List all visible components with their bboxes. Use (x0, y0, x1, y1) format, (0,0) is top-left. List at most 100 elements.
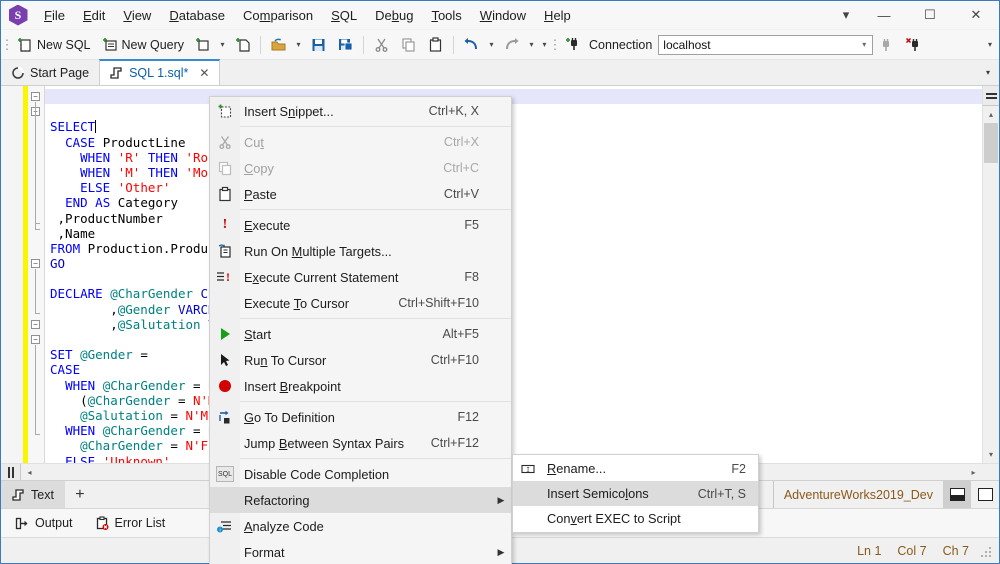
menu-item-insert-breakpoint[interactable]: Insert Breakpoint (210, 373, 511, 399)
menu-item-analyze-code[interactable]: i Analyze Code (210, 513, 511, 539)
new-query-button[interactable]: New Query (96, 33, 190, 57)
redo-button[interactable] (498, 33, 525, 57)
code-line: WHEN 'R' THEN 'Road' (80, 149, 231, 165)
menu-item-run-to-cursor[interactable]: Run To Cursor Ctrl+F10 (210, 347, 511, 373)
toolbar-overflow-button[interactable]: ▾ (981, 40, 999, 49)
add-results-tab-button[interactable]: + (65, 481, 95, 508)
code-line: DECLARE @CharGender CHAR (50, 286, 231, 302)
open-folder-button[interactable] (265, 33, 292, 57)
editor-context-menu[interactable]: Insert Snippet... Ctrl+K, X Cut Ctrl+X Copy C… (209, 96, 512, 564)
resize-grip[interactable] (979, 545, 991, 557)
scroll-up-button[interactable]: ▴ (983, 106, 999, 123)
fold-marker[interactable]: − (31, 92, 40, 101)
menu-item-disable-code-completion[interactable]: SQL Disable Code Completion (210, 461, 511, 487)
chevron-down-icon[interactable]: ▾ (856, 40, 872, 49)
new-window-dropdown-arrow[interactable]: ▾ (216, 34, 229, 56)
redo-dropdown-arrow[interactable]: ▾ (525, 34, 538, 56)
fold-marker[interactable]: − (31, 320, 40, 329)
menu-debug[interactable]: Debug (366, 3, 422, 28)
menu-window[interactable]: Window (471, 3, 535, 28)
connect-button[interactable] (559, 33, 586, 57)
menu-sql[interactable]: SQL (322, 3, 366, 28)
code-line: SET @Gender = (50, 347, 148, 363)
toolbar-grip-2[interactable] (551, 36, 559, 54)
full-view-button[interactable] (971, 481, 999, 508)
results-tab-text[interactable]: Text (1, 481, 65, 508)
menu-item-run-on-multiple-targets[interactable]: Run On Multiple Targets... (210, 238, 511, 264)
window-overflow-button[interactable]: ▾ (831, 1, 861, 29)
new-sql-button[interactable]: New SQL (11, 33, 96, 57)
new-sql-icon (16, 36, 33, 53)
tabstrip-overflow-button[interactable]: ▾ (977, 60, 999, 85)
cut-button[interactable] (368, 33, 395, 57)
cut-icon (373, 36, 390, 53)
split-view-button[interactable] (943, 481, 971, 508)
editor-gutter[interactable] (1, 86, 23, 463)
undo-dropdown-arrow[interactable]: ▾ (485, 34, 498, 56)
connection-value[interactable]: localhost (659, 38, 856, 52)
menu-help[interactable]: Help (535, 3, 580, 28)
menu-item-jump-between-syntax-pairs[interactable]: Jump Between Syntax Pairs Ctrl+F12 (210, 430, 511, 456)
menu-item-start[interactable]: Start Alt+F5 (210, 321, 511, 347)
save-icon (310, 36, 327, 53)
menu-bar: File Edit View Database Comparison SQL Debug To… (35, 1, 831, 29)
scroll-down-button[interactable]: ▾ (983, 446, 999, 463)
submenu-item-label: Rename... (547, 461, 607, 476)
text-result-icon (12, 488, 26, 502)
close-button[interactable]: ✕ (953, 1, 999, 29)
menu-tools[interactable]: Tools (422, 3, 470, 28)
code-text[interactable]: SELECT CASE ProductLine WHEN 'R' THEN 'R… (45, 86, 982, 463)
menu-comparison[interactable]: Comparison (234, 3, 322, 28)
tab-start-page[interactable]: Start Page (1, 60, 100, 85)
toolbar-grip[interactable] (3, 36, 11, 54)
context-menu-separator (240, 401, 511, 402)
new-doc-button[interactable] (229, 33, 256, 57)
menu-edit[interactable]: Edit (74, 3, 114, 28)
close-icon[interactable]: ✕ (193, 66, 209, 80)
scrollbar-thumb[interactable] (984, 123, 998, 163)
copy-button[interactable] (395, 33, 422, 57)
dock-item-output[interactable]: Output (15, 516, 73, 531)
menu-view[interactable]: View (114, 3, 160, 28)
paste-button[interactable] (422, 33, 449, 57)
paste-icon (210, 186, 240, 202)
menu-item-execute-to-cursor[interactable]: Execute To Cursor Ctrl+Shift+F10 (210, 290, 511, 316)
menu-item-insert-snippet[interactable]: Insert Snippet... Ctrl+K, X (210, 98, 511, 124)
open-folder-dropdown-arrow[interactable]: ▾ (292, 34, 305, 56)
disconnect-button[interactable] (873, 33, 900, 57)
menu-file[interactable]: File (35, 3, 74, 28)
split-editor-handle[interactable] (983, 86, 999, 106)
split-editor-handle-horizontal[interactable] (1, 464, 21, 480)
editor-vertical-scrollbar[interactable]: ▴ ▾ (982, 86, 999, 463)
submenu-item-convert-exec-to-script[interactable]: Convert EXEC to Script (513, 506, 758, 531)
menu-item-paste[interactable]: Paste Ctrl+V (210, 181, 511, 207)
save-all-button[interactable] (332, 33, 359, 57)
scrollbar-track[interactable] (983, 163, 999, 446)
fold-marker[interactable]: − (31, 259, 40, 268)
analyze-code-icon: i (210, 518, 240, 534)
new-window-button[interactable] (189, 33, 216, 57)
scroll-right-button[interactable]: ▸ (965, 464, 982, 480)
maximize-button[interactable]: ☐ (907, 1, 953, 29)
menu-item-go-to-definition[interactable]: Go To Definition F12 (210, 404, 511, 430)
dock-item-error-list[interactable]: Error List (95, 515, 165, 531)
undo-button[interactable] (458, 33, 485, 57)
menu-database[interactable]: Database (160, 3, 234, 28)
scroll-left-button[interactable]: ◂ (21, 464, 38, 480)
connection-combo[interactable]: localhost ▾ (658, 34, 874, 55)
minimize-button[interactable]: — (861, 1, 907, 29)
menu-item-format[interactable]: Format ▶ (210, 539, 511, 564)
menu-item-execute-current-statement[interactable]: ! Execute Current Statement F8 (210, 264, 511, 290)
editor-fold-column[interactable]: − − − − − (28, 86, 44, 463)
fold-marker[interactable]: − (31, 335, 40, 344)
rename-icon: I (513, 461, 543, 477)
disconnect-all-button[interactable] (900, 33, 927, 57)
menu-item-refactoring[interactable]: Refactoring ▶ (210, 487, 511, 513)
submenu-item-insert-semicolons[interactable]: Insert Semicolons Ctrl+T, S (513, 481, 758, 506)
refactoring-submenu[interactable]: I Rename... F2 Insert Semicolons Ctrl+T, S Co… (512, 454, 759, 533)
tab-sql1[interactable]: SQL 1.sql* ✕ (99, 59, 221, 85)
save-button[interactable] (305, 33, 332, 57)
menu-item-execute[interactable]: ! Execute F5 (210, 212, 511, 238)
code-editor[interactable]: SELECT CASE ProductLine WHEN 'R' THEN 'R… (44, 86, 982, 463)
submenu-item-rename[interactable]: I Rename... F2 (513, 456, 758, 481)
